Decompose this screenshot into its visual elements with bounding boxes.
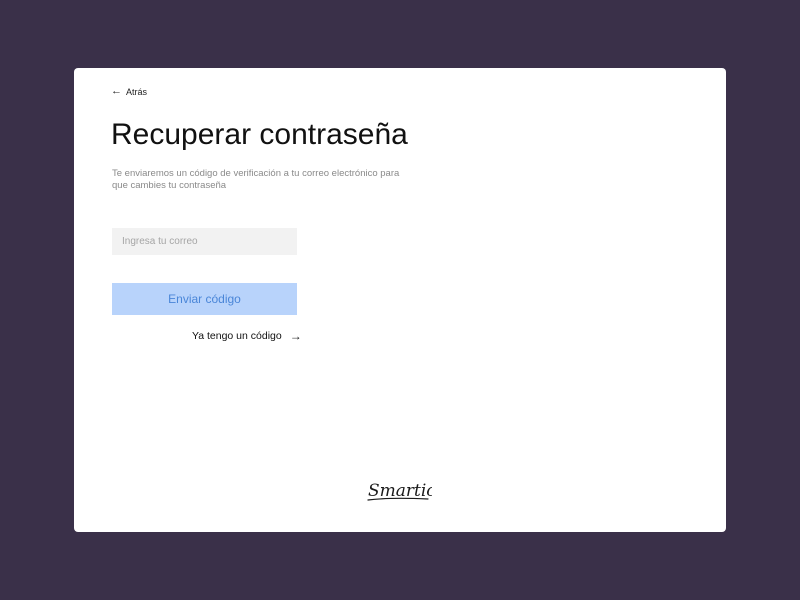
arrow-left-icon: ← <box>111 85 122 97</box>
back-link[interactable]: ← Atrás <box>111 86 147 97</box>
send-code-button[interactable]: Enviar código <box>112 283 297 315</box>
page-subtitle: Te enviaremos un código de verificación … <box>112 168 400 191</box>
back-link-label: Atrás <box>126 86 148 97</box>
smartic-logo: Smartic <box>367 481 432 501</box>
have-code-link[interactable]: Ya tengo un código → <box>192 330 302 342</box>
have-code-label: Ya tengo un código <box>192 330 282 342</box>
arrow-right-icon: → <box>289 329 302 343</box>
recovery-card: ← Atrás Recuperar contraseña Te enviarem… <box>74 68 726 532</box>
email-input[interactable] <box>112 228 297 255</box>
page-title: Recuperar contraseña <box>111 118 408 151</box>
